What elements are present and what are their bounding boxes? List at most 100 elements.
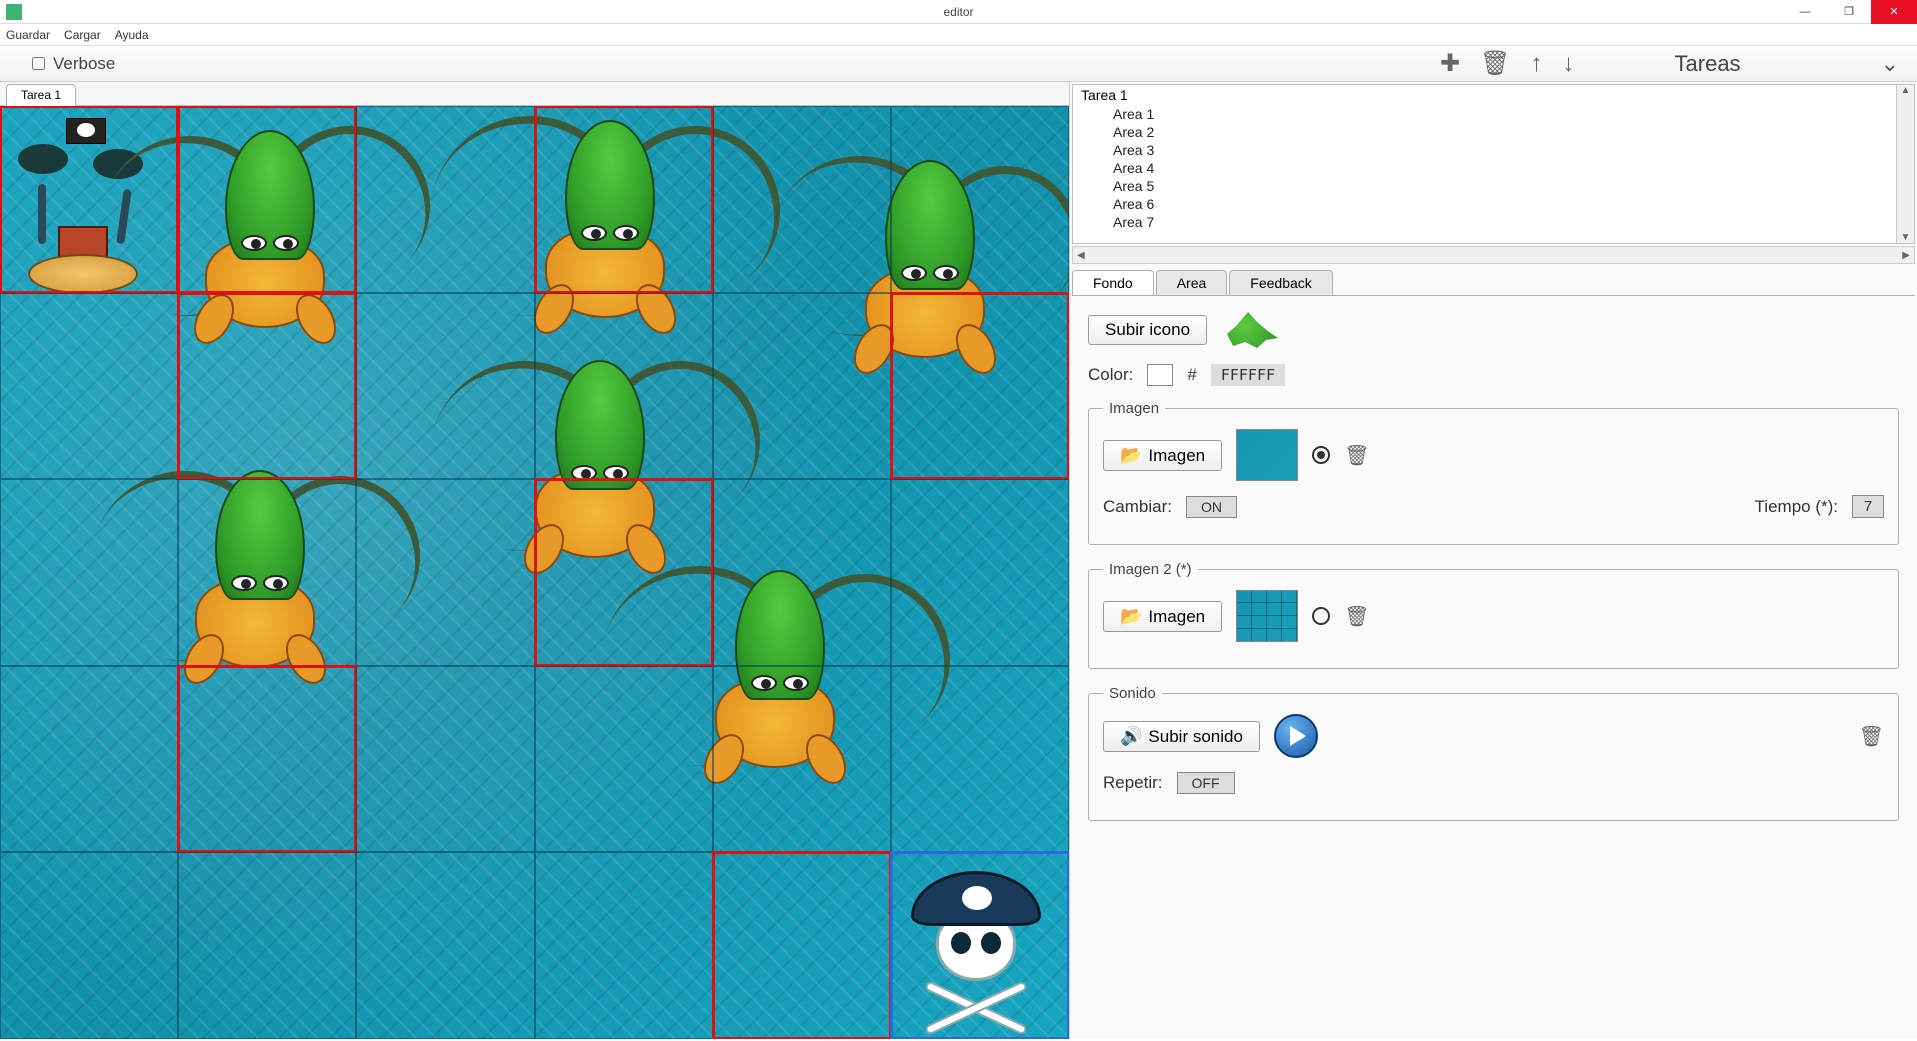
tree-root[interactable]: Tarea 1 <box>1073 85 1914 105</box>
tree-scrollbar[interactable]: ▲▼ <box>1896 85 1914 243</box>
repetir-label: Repetir: <box>1103 773 1163 793</box>
color-label: Color: <box>1088 365 1133 385</box>
grid-cell[interactable] <box>713 852 891 1039</box>
toolbar: Verbose ✚ 🗑 ↑ ↓ Tareas ⌄ <box>0 46 1917 82</box>
properties-panel: Subir icono Color: # FFFFFF Imagen 📂Imag… <box>1070 296 1917 1039</box>
grid-cell[interactable] <box>356 852 534 1039</box>
grid-overlay <box>0 106 1069 1039</box>
tiempo-field[interactable]: 7 <box>1852 495 1884 518</box>
cambiar-toggle[interactable]: ON <box>1186 496 1237 518</box>
sonido-fieldset: Sonido 🔊Subir sonido 🗑 Repetir: OFF <box>1088 685 1899 821</box>
grid-cell[interactable] <box>713 293 891 480</box>
grid-cell[interactable] <box>535 293 713 480</box>
tab-area[interactable]: Area <box>1156 270 1228 295</box>
grid-cell[interactable] <box>535 106 713 293</box>
grid-cell[interactable] <box>178 479 356 666</box>
color-swatch[interactable] <box>1147 364 1173 386</box>
hash-label: # <box>1187 365 1196 385</box>
imagen-thumbnail <box>1236 429 1298 481</box>
verbose-checkbox[interactable]: Verbose <box>32 54 115 74</box>
grid-cell[interactable] <box>891 852 1069 1039</box>
sonido-legend: Sonido <box>1103 685 1162 702</box>
verbose-label: Verbose <box>53 54 115 74</box>
verbose-input[interactable] <box>32 57 45 70</box>
tree-item[interactable]: Area 6 <box>1073 195 1914 213</box>
grid-cell[interactable] <box>0 852 178 1039</box>
property-tabs: Fondo Area Feedback <box>1072 270 1915 296</box>
grid-cell[interactable] <box>0 666 178 853</box>
folder-icon: 📂 <box>1120 606 1142 626</box>
titlebar: editor — ❐ ✕ <box>0 0 1917 24</box>
grid-cell[interactable] <box>178 852 356 1039</box>
trash-icon[interactable]: 🗑 <box>1344 604 1369 629</box>
grid-cell[interactable] <box>891 106 1069 293</box>
imagen-legend: Imagen <box>1103 400 1165 417</box>
grid-cell[interactable] <box>0 293 178 480</box>
grid-cell[interactable] <box>178 293 356 480</box>
repetir-toggle[interactable]: OFF <box>1177 772 1235 794</box>
imagen-button[interactable]: 📂Imagen <box>1103 440 1222 471</box>
tab-strip: Tarea 1 <box>0 82 1069 106</box>
tab-feedback[interactable]: Feedback <box>1229 270 1332 295</box>
grid-cell[interactable] <box>356 666 534 853</box>
maximize-button[interactable]: ❐ <box>1827 0 1871 24</box>
canvas-pane: Tarea 1 <box>0 82 1070 1039</box>
folder-icon: 📂 <box>1120 445 1142 465</box>
grid-cell[interactable] <box>356 106 534 293</box>
grid-cell[interactable] <box>535 852 713 1039</box>
trash-icon[interactable]: 🗑 <box>1859 724 1884 749</box>
arrow-up-icon[interactable]: ↑ <box>1531 50 1543 78</box>
tree-item[interactable]: Area 7 <box>1073 213 1914 231</box>
sound-icon: 🔊 <box>1120 726 1142 746</box>
chevron-down-icon[interactable]: ⌄ <box>1881 51 1899 77</box>
menu-cargar[interactable]: Cargar <box>64 28 101 42</box>
grid-cell[interactable] <box>713 479 891 666</box>
grid-cell[interactable] <box>713 106 891 293</box>
tree-item[interactable]: Area 2 <box>1073 123 1914 141</box>
tree-item[interactable]: Area 5 <box>1073 177 1914 195</box>
cambiar-label: Cambiar: <box>1103 497 1172 517</box>
grid-cell[interactable] <box>535 666 713 853</box>
subir-icono-button[interactable]: Subir icono <box>1088 315 1207 345</box>
subir-sonido-button[interactable]: 🔊Subir sonido <box>1103 721 1260 752</box>
grid-cell[interactable] <box>0 106 178 293</box>
grid-cell[interactable] <box>891 293 1069 480</box>
grid-cell[interactable] <box>713 666 891 853</box>
close-button[interactable]: ✕ <box>1871 0 1917 24</box>
grid-cell[interactable] <box>178 666 356 853</box>
tree-item[interactable]: Area 1 <box>1073 105 1914 123</box>
tab-tarea-1[interactable]: Tarea 1 <box>6 84 76 106</box>
menu-ayuda[interactable]: Ayuda <box>115 28 149 42</box>
add-icon[interactable]: ✚ <box>1440 49 1460 78</box>
grid-cell[interactable] <box>178 106 356 293</box>
grid-cell[interactable] <box>891 666 1069 853</box>
imagen2-thumbnail <box>1236 590 1298 642</box>
tareas-label: Tareas <box>1675 51 1741 77</box>
properties-pane: Tarea 1 Area 1 Area 2 Area 3 Area 4 Area… <box>1070 82 1917 1039</box>
menubar: Guardar Cargar Ayuda <box>0 24 1917 46</box>
tab-fondo[interactable]: Fondo <box>1072 270 1154 295</box>
window-controls: — ❐ ✕ <box>1783 0 1917 24</box>
grid-cell[interactable] <box>356 293 534 480</box>
tree-item[interactable]: Area 3 <box>1073 141 1914 159</box>
play-icon[interactable] <box>1274 714 1318 758</box>
game-canvas[interactable] <box>0 106 1069 1039</box>
grid-cell[interactable] <box>535 479 713 666</box>
imagen2-radio[interactable] <box>1312 607 1330 625</box>
tree-view[interactable]: Tarea 1 Area 1 Area 2 Area 3 Area 4 Area… <box>1072 84 1915 244</box>
grid-cell[interactable] <box>0 479 178 666</box>
menu-guardar[interactable]: Guardar <box>6 28 50 42</box>
arrow-down-icon[interactable]: ↓ <box>1563 50 1575 78</box>
grid-cell[interactable] <box>356 479 534 666</box>
trash-icon[interactable]: 🗑 <box>1344 443 1369 468</box>
icon-preview <box>1221 310 1281 350</box>
imagen2-button[interactable]: 📂Imagen <box>1103 601 1222 632</box>
tree-item[interactable]: Area 4 <box>1073 159 1914 177</box>
hex-value[interactable]: FFFFFF <box>1211 364 1285 386</box>
app-icon <box>6 4 22 20</box>
minimize-button[interactable]: — <box>1783 0 1827 24</box>
imagen-radio[interactable] <box>1312 446 1330 464</box>
grid-cell[interactable] <box>891 479 1069 666</box>
delete-icon[interactable]: 🗑 <box>1480 49 1510 78</box>
horizontal-scrollbar[interactable]: ◀▶ <box>1072 246 1915 264</box>
